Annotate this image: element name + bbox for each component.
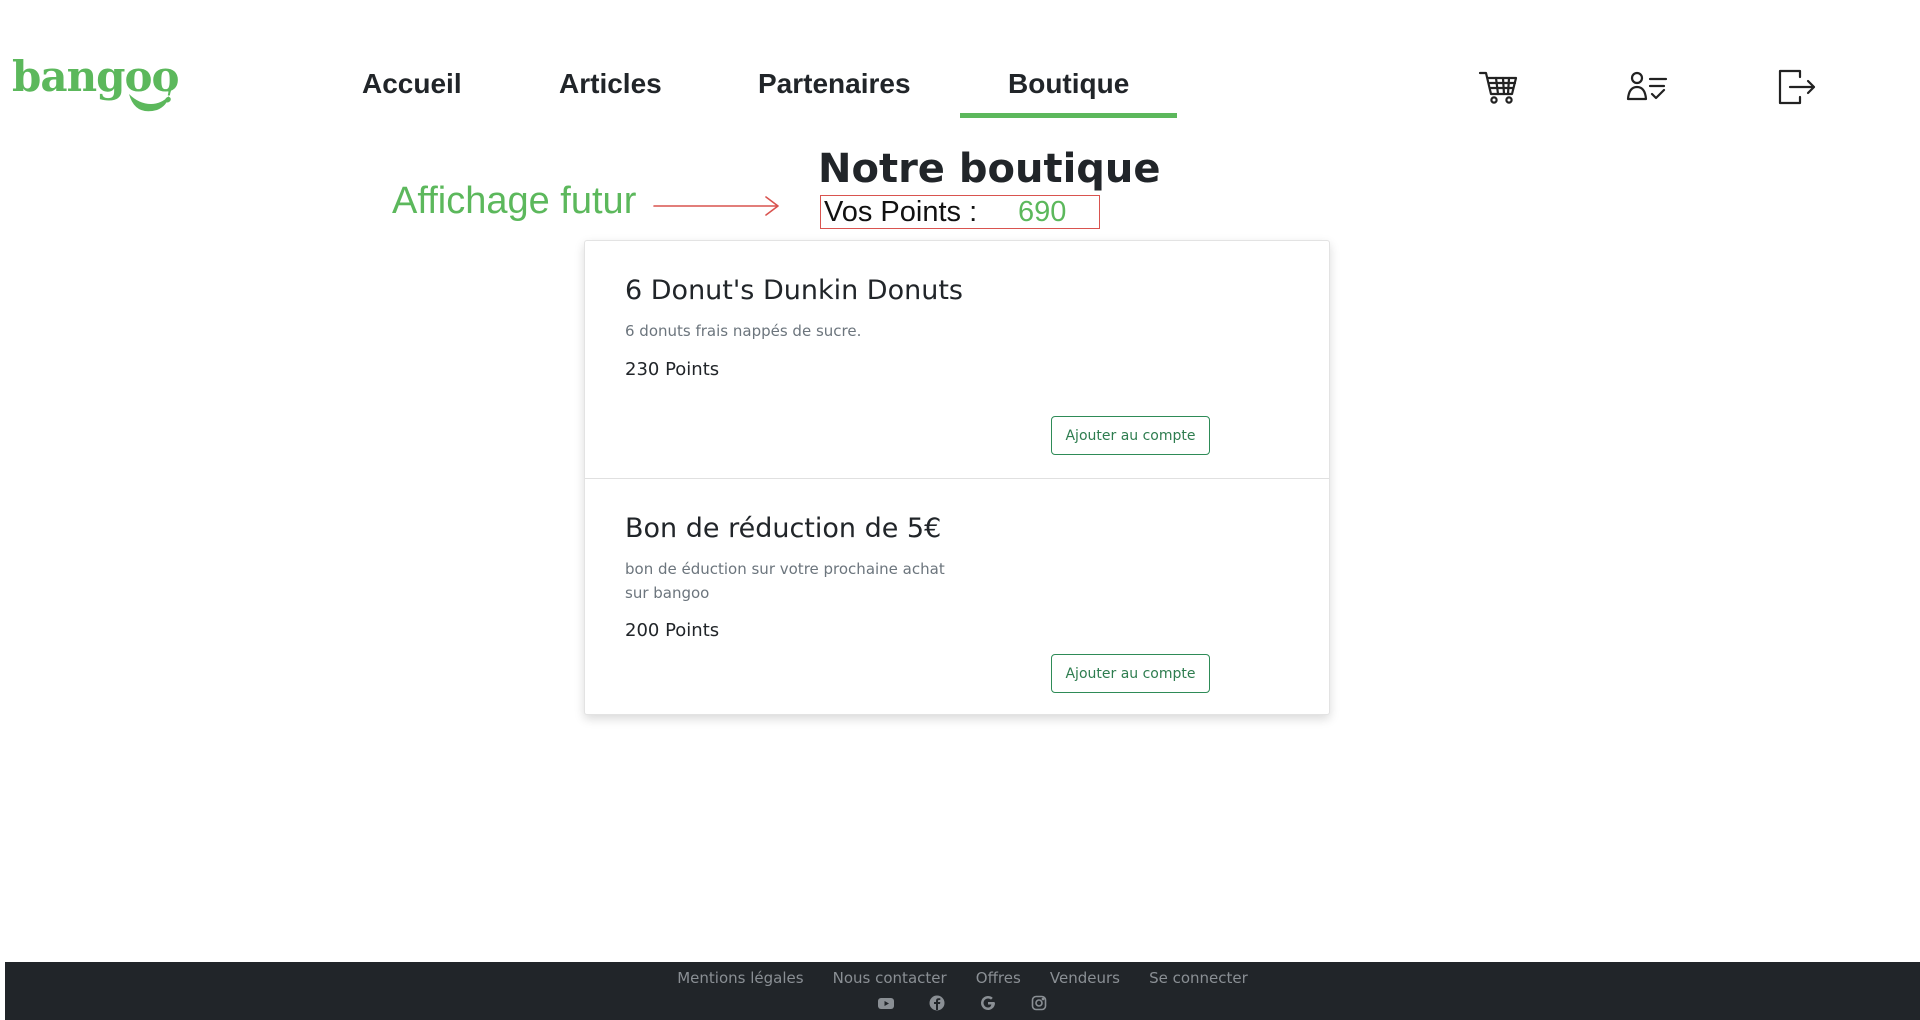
cart-icon[interactable] [1478,67,1520,107]
annotation-text: Affichage futur [392,180,637,222]
product-points: 230 Points [625,359,720,380]
product-title: 6 Donut's Dunkin Donuts [625,275,963,306]
points-display: Vos Points : 690 [820,195,1100,229]
footer-links: Mentions légales Nous contacter Offres V… [5,968,1920,987]
instagram-icon[interactable] [1030,994,1048,1012]
page-title: Notre boutique [818,146,1161,192]
add-to-account-button[interactable]: Ajouter au compte [1051,416,1210,455]
product-points: 200 Points [625,620,720,641]
youtube-icon[interactable] [877,994,895,1012]
footer-link-mentions[interactable]: Mentions légales [677,969,803,987]
nav-item-articles[interactable]: Articles [559,68,662,100]
footer-link-vendeurs[interactable]: Vendeurs [1050,969,1120,987]
product-list: 6 Donut's Dunkin Donuts 6 donuts frais n… [584,240,1330,715]
svg-text:!: ! [163,88,173,110]
add-to-account-button[interactable]: Ajouter au compte [1051,654,1210,693]
logout-icon[interactable] [1776,67,1818,107]
nav-active-indicator [960,113,1177,118]
logo-smile-icon: ! [129,88,173,112]
brand-logo[interactable]: bangoo ! [12,52,197,118]
product-card: 6 Donut's Dunkin Donuts 6 donuts frais n… [585,241,1329,478]
nav-item-boutique[interactable]: Boutique [1008,68,1129,100]
footer-link-connecter[interactable]: Se connecter [1149,969,1248,987]
product-card: Bon de réduction de 5€ bon de éduction s… [585,478,1329,715]
points-value: 690 [1018,196,1067,228]
annotation-arrow-icon [653,196,779,216]
product-description: bon de éduction sur votre prochaine acha… [625,560,945,602]
nav-item-accueil[interactable]: Accueil [362,68,462,100]
user-list-icon[interactable] [1626,67,1668,107]
points-label: Vos Points : [824,196,978,228]
google-icon[interactable] [979,994,997,1012]
footer: Mentions légales Nous contacter Offres V… [5,962,1920,1020]
footer-link-offres[interactable]: Offres [976,969,1021,987]
footer-social [5,992,1920,1012]
product-title: Bon de réduction de 5€ [625,513,942,544]
product-description: 6 donuts frais nappés de sucre. [625,322,862,340]
footer-link-contact[interactable]: Nous contacter [833,969,947,987]
facebook-icon[interactable] [928,994,946,1012]
nav-item-partenaires[interactable]: Partenaires [758,68,911,100]
